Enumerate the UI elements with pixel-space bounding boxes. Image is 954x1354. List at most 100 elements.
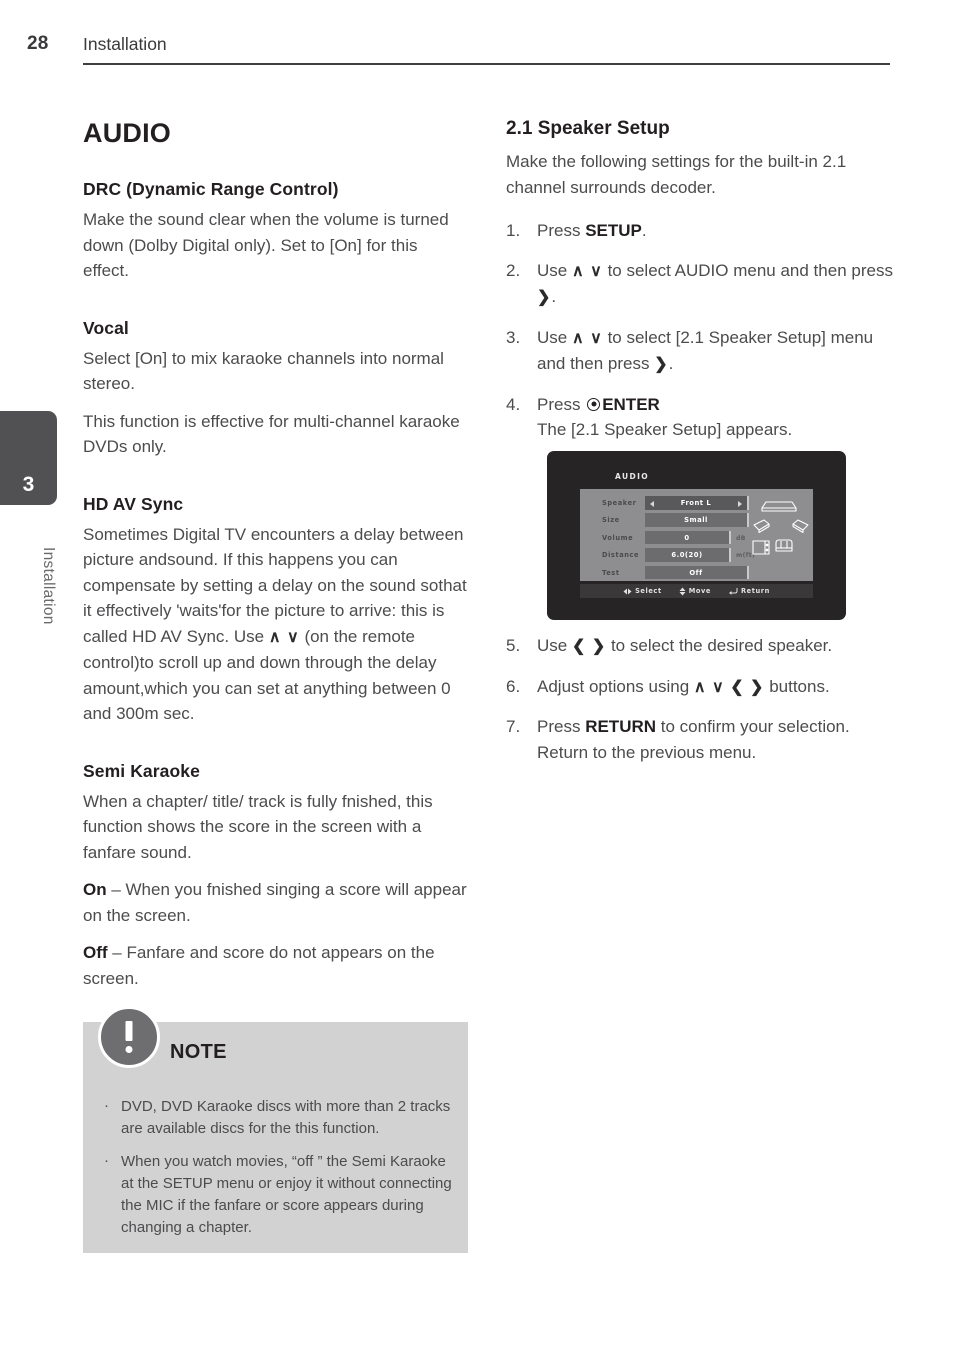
step-number: 3.: [506, 327, 521, 347]
option-label-on: On: [83, 880, 107, 899]
step-key-enter: ENTER: [602, 394, 660, 414]
note-list-item: · DVD, DVD Karaoke discs with more than 2…: [101, 1096, 453, 1140]
updown-arrow-icon: ∧ ∨: [571, 262, 603, 280]
osd-row-speaker[interactable]: Speaker Front L: [602, 496, 752, 511]
osd-label-speaker: Speaker: [602, 499, 637, 507]
step-text-mid: buttons.: [764, 676, 830, 696]
speaker-right-icon: [792, 519, 809, 534]
osd-hint-return: Return: [728, 587, 770, 595]
note-list-item: · When you watch movies, “off ” the Semi …: [101, 1151, 453, 1239]
note-item-text: When you watch movies, “off ” the Semi K…: [121, 1153, 452, 1236]
osd-screenshot: AUDIO Speaker Front L Size Small Volume …: [547, 451, 846, 620]
osd-value-speaker: Front L: [680, 499, 712, 507]
section-text-semi-karaoke: When a chapter/ title/ track is fully fn…: [83, 791, 433, 862]
step-text-pre: Use: [537, 327, 572, 347]
step-number: 1.: [506, 221, 521, 240]
header-divider: [83, 63, 890, 65]
step-item-6: 6. Adjust options using ∧ ∨ ❮ ❯ buttons.: [506, 674, 896, 701]
osd-value-volume: 0: [684, 533, 690, 542]
option-desc-off: – Fanfare and score do not appears on th…: [83, 943, 435, 988]
direction-arrows-icon: ∧ ∨ ❮ ❯: [693, 678, 765, 696]
osd-field-test[interactable]: Off: [645, 565, 749, 579]
osd-panel: Speaker Front L Size Small Volume 0 dB D…: [580, 489, 813, 581]
option-desc-on: – When you fnished singing a score will …: [83, 880, 467, 925]
step-number: 5.: [506, 636, 521, 655]
right-arrow-icon: ❯: [654, 356, 669, 373]
step-key-return: RETURN: [585, 717, 657, 736]
updown-arrow-icon: ∧ ∨: [571, 329, 603, 347]
osd-row-distance[interactable]: Distance 6.0(20) m(ft): [602, 548, 755, 563]
exclamation-dot: [125, 1046, 133, 1053]
section-text-hd-av-sync: Sometimes Digital TV encounters a delay …: [83, 522, 468, 727]
step-number: 7.: [506, 717, 521, 736]
right-column-steps-part2: 5. Use ❮ ❯ to select the desired speaker.…: [506, 633, 896, 779]
step-text-pre: Adjust options using: [537, 676, 694, 696]
page-header: 28 Installation: [0, 0, 954, 72]
step-key-setup: SETUP: [585, 221, 642, 240]
steps-list-part1: 1. Press SETUP. 2. Use ∧ ∨ to select AUDIO…: [506, 218, 896, 443]
right-arrow-icon: ❯: [537, 289, 552, 306]
leftright-arrow-icon: ❮ ❯: [571, 638, 607, 655]
page-title: AUDIO: [83, 118, 171, 148]
section-heading-hd-av-sync: HD AV Sync: [83, 493, 184, 514]
exclamation-bar: [125, 1021, 133, 1041]
exclamation-icon: [98, 1006, 160, 1068]
section-heading-semi-karaoke: Semi Karaoke: [83, 760, 200, 781]
step-text-pre: Press: [537, 221, 586, 240]
osd-unit-volume: dB: [736, 534, 746, 542]
section-text-vocal-2: This function is effective for multi-cha…: [83, 411, 460, 457]
step-text-mid: to select the desired speaker.: [606, 636, 833, 655]
step-text-post: .: [551, 287, 557, 306]
right-caret-icon[interactable]: [738, 500, 742, 507]
step-text-pre: Press: [537, 717, 586, 736]
left-column: AUDIO DRC (Dynamic Range Control) Make t…: [83, 118, 468, 991]
section-text-drc: Make the sound clear when the volume is …: [83, 210, 449, 280]
osd-hint-label-return: Return: [740, 587, 770, 595]
step-item-3: 3. Use ∧ ∨ to select [2.1 Speaker Setup] …: [506, 325, 896, 378]
osd-value-test: Off: [689, 568, 703, 577]
speaker-left-icon: [753, 519, 770, 534]
osd-row-volume[interactable]: Volume 0 dB: [602, 530, 752, 546]
osd-bottom-bar-items: Select Move Return: [580, 584, 813, 598]
step-text-pre: Use: [537, 636, 572, 655]
osd-label-distance: Distance: [602, 551, 640, 560]
step-text-post: .: [668, 354, 674, 373]
option-label-off: Off: [83, 943, 108, 962]
osd-hint-label-move: Move: [688, 587, 711, 595]
osd-hint-label-select: Select: [635, 587, 662, 595]
step-item-4: 4. Press ENTER The [2.1 Speaker Setup] app…: [506, 392, 896, 443]
enter-button-icon: [587, 397, 601, 411]
step-number: 4.: [506, 394, 521, 414]
sofa-icon: [775, 539, 793, 552]
step-number: 2.: [506, 260, 521, 280]
section-text-vocal-1: Select [On] to mix karaoke channels into…: [83, 348, 444, 394]
osd-field-size[interactable]: Small: [645, 513, 749, 527]
osd-field-volume[interactable]: 0: [645, 530, 731, 545]
note-item-text: DVD, DVD Karaoke discs with more than 2 …: [121, 1098, 451, 1137]
section-heading-speaker-setup: 2.1 Speaker Setup: [506, 118, 670, 139]
step-item-2: 2. Use ∧ ∨ to select AUDIO menu and then …: [506, 258, 896, 311]
step-text-pre: Use: [537, 260, 572, 280]
step-number: 6.: [506, 676, 521, 696]
osd-row-test[interactable]: Test Off: [602, 565, 752, 581]
steps-list-part2: 5. Use ❮ ❯ to select the desired speaker.…: [506, 633, 896, 765]
bullet-icon: ·: [104, 1152, 109, 1169]
section-text-semi-karaoke-on: On – When you fnished singing a score wi…: [83, 877, 468, 928]
note-title: NOTE: [170, 1041, 227, 1063]
osd-label-test: Test: [602, 568, 620, 577]
note-list: · DVD, DVD Karaoke discs with more than 2…: [101, 1096, 453, 1250]
return-arrow-icon: [728, 588, 738, 595]
left-right-arrow-icon: [623, 588, 632, 594]
osd-bottom-bar: Select Move Return: [580, 584, 813, 598]
osd-field-speaker[interactable]: Front L: [645, 496, 749, 510]
osd-field-distance[interactable]: 6.0(20): [645, 548, 731, 562]
osd-row-size[interactable]: Size Small: [602, 513, 752, 528]
section-heading-drc: DRC (Dynamic Range Control): [83, 179, 339, 199]
step-text-post: .: [641, 221, 647, 240]
page-number: 28: [27, 33, 49, 54]
osd-title: AUDIO: [615, 472, 650, 481]
page-header-title: Installation: [83, 34, 167, 54]
chapter-tab: 3: [0, 411, 57, 505]
step-item-5: 5. Use ❮ ❯ to select the desired speaker.: [506, 633, 896, 660]
subwoofer-icon: [752, 540, 770, 555]
